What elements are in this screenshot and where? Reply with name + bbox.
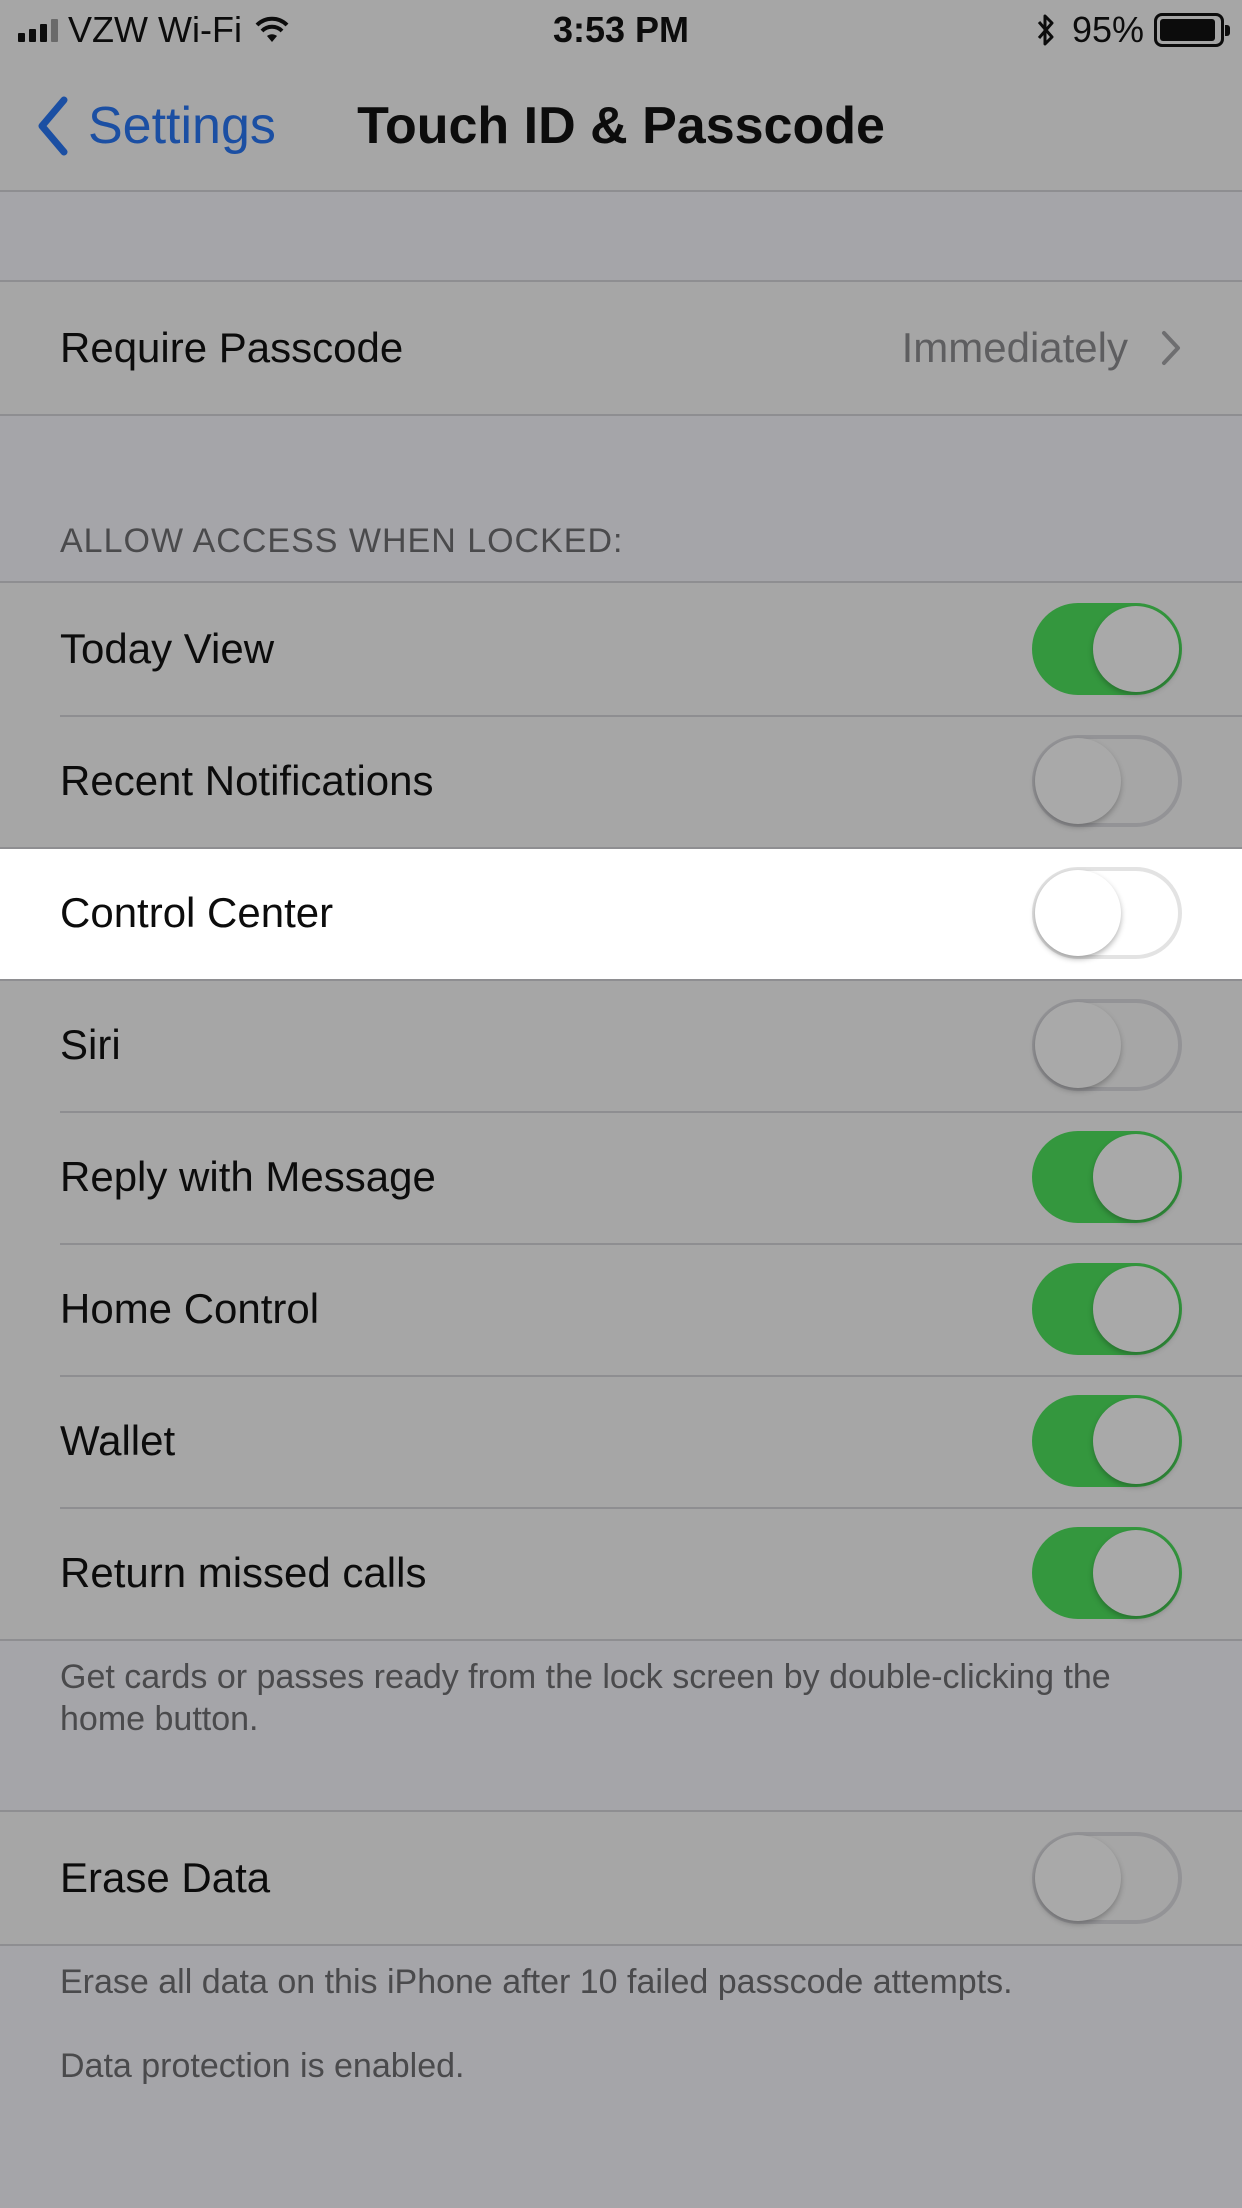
battery-percent: 95%	[1071, 9, 1144, 50]
require-passcode-row[interactable]: Require Passcode Immediately	[0, 282, 1242, 414]
siri-label: Siri	[60, 1021, 121, 1068]
require-passcode-value: Immediately	[901, 324, 1128, 371]
today-view-toggle[interactable]	[1032, 603, 1182, 695]
wallet-toggle[interactable]	[1032, 1395, 1182, 1487]
control-center-label: Control Center	[60, 889, 334, 936]
erase-data-label: Erase Data	[60, 1854, 271, 1901]
control-center-row: Control Center	[0, 847, 1242, 979]
return-missed-calls-row: Return missed calls	[0, 1507, 1242, 1639]
navigation-bar: Settings Touch ID & Passcode	[0, 60, 1242, 192]
data-protection-note: Data protection is enabled.	[60, 2047, 465, 2085]
return-missed-calls-toggle[interactable]	[1032, 1527, 1182, 1619]
status-bar: VZW Wi-Fi 3:53 PM 95%	[0, 0, 1242, 60]
disclosure-chevron-icon	[1162, 331, 1180, 365]
battery-icon	[1154, 13, 1230, 47]
allow-access-group: Today View Recent Notifications Control …	[0, 581, 1242, 1641]
siri-toggle[interactable]	[1032, 999, 1182, 1091]
siri-row: Siri	[0, 979, 1242, 1111]
recent-notifications-toggle[interactable]	[1032, 735, 1182, 827]
reply-with-message-label: Reply with Message	[60, 1153, 436, 1200]
today-view-row: Today View	[0, 583, 1242, 715]
require-passcode-label: Require Passcode	[60, 324, 404, 371]
erase-data-toggle[interactable]	[1032, 1832, 1182, 1924]
wallet-label: Wallet	[60, 1417, 176, 1464]
return-missed-calls-label: Return missed calls	[60, 1549, 427, 1596]
control-center-toggle[interactable]	[1032, 867, 1182, 959]
erase-data-footer-note: Erase all data on this iPhone after 10 f…	[60, 1963, 1013, 2001]
section-header-allow-access: ALLOW ACCESS WHEN LOCKED:	[60, 522, 624, 560]
recent-notifications-label: Recent Notifications	[60, 757, 434, 804]
recent-notifications-row: Recent Notifications	[0, 715, 1242, 847]
require-passcode-group: Require Passcode Immediately	[0, 280, 1242, 416]
erase-data-group: Erase Data	[0, 1810, 1242, 1946]
wallet-row: Wallet	[0, 1375, 1242, 1507]
wallet-footer-note: Get cards or passes ready from the lock …	[60, 1658, 1111, 1738]
home-control-toggle[interactable]	[1032, 1263, 1182, 1355]
today-view-label: Today View	[60, 625, 275, 672]
erase-data-row: Erase Data	[0, 1812, 1242, 1944]
reply-with-message-toggle[interactable]	[1032, 1131, 1182, 1223]
home-control-label: Home Control	[60, 1285, 320, 1332]
status-right: 95%	[1036, 9, 1230, 50]
bluetooth-icon	[1037, 14, 1054, 46]
page-title: Touch ID & Passcode	[357, 97, 885, 155]
home-control-row: Home Control	[0, 1243, 1242, 1375]
reply-with-message-row: Reply with Message	[0, 1111, 1242, 1243]
